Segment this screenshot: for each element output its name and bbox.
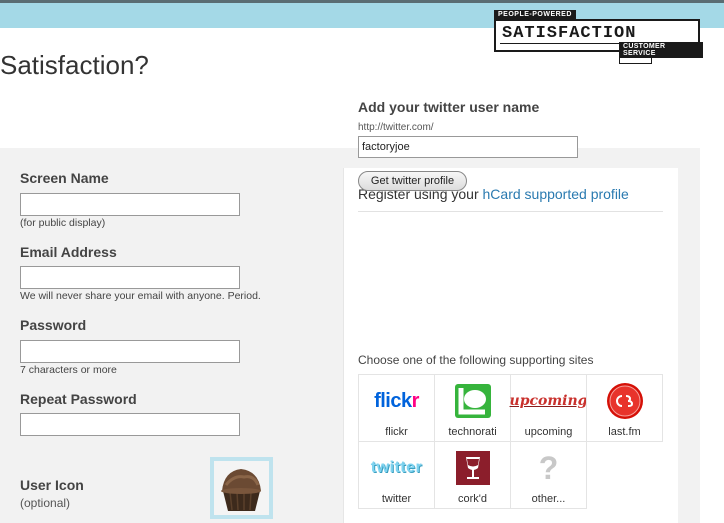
twitter-username-input[interactable] (358, 136, 578, 158)
site-label: last.fm (608, 426, 641, 438)
flickr-logo-part-2: r (411, 389, 420, 412)
user-icon-label: User Icon (20, 477, 84, 493)
screen-name-hint: (for public display) (20, 217, 106, 229)
cupcake-icon (214, 461, 269, 515)
satisfaction-logo[interactable]: PEOPLE-POWERED SATISFACTION CUSTOMER SER… (493, 10, 703, 64)
logo-subline: CUSTOMER SERVICE (619, 42, 703, 58)
hcard-profile-link[interactable]: hCard supported profile (483, 186, 629, 202)
flickr-logo-part-1: flick (374, 389, 412, 412)
flickr-icon: flickr (359, 383, 434, 419)
site-flickr[interactable]: flickr flickr (358, 374, 435, 442)
email-label: Email Address (20, 244, 117, 260)
get-twitter-profile-button[interactable]: Get twitter profile (358, 171, 467, 191)
site-upcoming[interactable]: upcoming upcoming (510, 374, 587, 442)
lastfm-icon (587, 383, 662, 419)
technorati-icon (435, 383, 510, 419)
corkd-icon (435, 450, 510, 486)
question-icon: ? (538, 449, 559, 486)
logo-tagline: PEOPLE-POWERED (494, 10, 576, 19)
email-hint: We will never share your email with anyo… (20, 290, 261, 302)
repeat-password-input[interactable] (20, 413, 240, 436)
password-input[interactable] (20, 340, 240, 363)
site-label: flickr (385, 426, 408, 438)
twitter-icon: twitter (370, 459, 423, 476)
twitter-heading: Add your twitter user name (358, 99, 540, 115)
site-grid: flickr flickr technorati upcoming upcomi… (358, 374, 663, 510)
site-label: twitter (381, 493, 412, 505)
upcoming-icon: upcoming (509, 393, 588, 409)
site-label: technorati (448, 426, 497, 438)
site-lastfm[interactable]: last.fm (586, 374, 663, 442)
repeat-password-label: Repeat Password (20, 391, 137, 407)
screen-name-label: Screen Name (20, 170, 109, 186)
site-label: upcoming (524, 426, 573, 438)
screen-name-input[interactable] (20, 193, 240, 216)
choose-site-text: Choose one of the following supporting s… (358, 353, 594, 367)
password-hint: 7 characters or more (20, 364, 117, 376)
logo-wordmark: SATISFACTION (502, 24, 637, 43)
site-twitter[interactable]: twitter twitter (358, 441, 435, 509)
page-title: Satisfaction? (0, 50, 149, 80)
site-label: cork'd (458, 493, 487, 505)
site-label: other... (531, 493, 566, 505)
divider (358, 211, 663, 212)
site-corkd[interactable]: cork'd (434, 441, 511, 509)
site-technorati[interactable]: technorati (434, 374, 511, 442)
user-icon-hint: (optional) (20, 496, 71, 510)
twitter-url-prefix: http://twitter.com/ (358, 122, 434, 133)
user-icon-avatar[interactable] (210, 457, 273, 519)
email-input[interactable] (20, 266, 240, 289)
password-label: Password (20, 317, 87, 333)
site-other[interactable]: ? other... (510, 441, 587, 509)
